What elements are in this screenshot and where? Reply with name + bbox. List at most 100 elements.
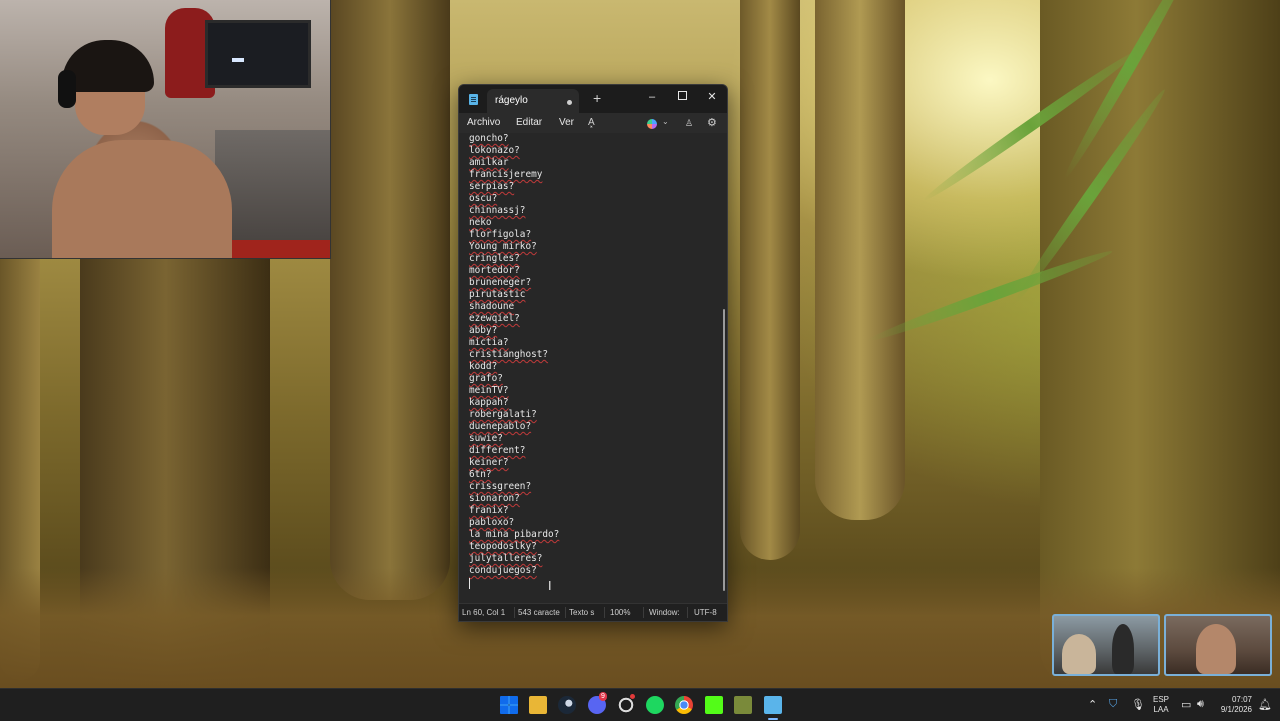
file-explorer-icon[interactable] bbox=[529, 696, 547, 714]
chevron-up-icon[interactable]: ⌃ bbox=[1088, 698, 1097, 711]
text-caret bbox=[469, 578, 470, 589]
text-line: pirutastic bbox=[469, 289, 526, 300]
scrollbar-thumb[interactable] bbox=[723, 309, 725, 591]
text-line: keiner? bbox=[469, 457, 509, 468]
text-line: kodd? bbox=[469, 361, 498, 372]
text-line: 6tn? bbox=[469, 469, 492, 480]
text-line: neko bbox=[469, 217, 492, 228]
defender-shield-icon[interactable]: ⛉ bbox=[1109, 698, 1117, 711]
webcam-monitor bbox=[205, 20, 311, 88]
title-bar[interactable]: rágeylo + – ✕ bbox=[459, 85, 727, 113]
webcam-blanket bbox=[215, 240, 330, 258]
text-line: franix? bbox=[469, 505, 509, 516]
text-line: julytalleres? bbox=[469, 553, 543, 564]
minimize-button[interactable]: – bbox=[637, 86, 667, 110]
text-line: amilkar bbox=[469, 157, 509, 168]
text-line: grafo? bbox=[469, 373, 503, 384]
text-line: lokonazo? bbox=[469, 145, 520, 156]
text-line: francisjeremy bbox=[469, 169, 543, 180]
text-line: suwie? bbox=[469, 433, 503, 444]
webcam-bed bbox=[215, 130, 330, 240]
tab-document[interactable]: rágeylo bbox=[487, 89, 579, 113]
language-code: ESP bbox=[1153, 695, 1170, 704]
status-separator bbox=[514, 607, 515, 618]
webcam-person-body bbox=[52, 140, 232, 258]
text-line: pabloxo? bbox=[469, 517, 515, 528]
tree-trunk bbox=[815, 0, 905, 520]
text-line: mortedor? bbox=[469, 265, 520, 276]
network-icon[interactable]: ▭ bbox=[1181, 698, 1191, 711]
status-character-count: 543 caracte bbox=[518, 608, 560, 617]
clock[interactable]: 07:07 9/1/2026 bbox=[1216, 695, 1252, 715]
tree-trunk bbox=[330, 0, 450, 600]
text-line: florfigola? bbox=[469, 229, 532, 240]
volume-icon[interactable]: 🔊︎ bbox=[1197, 698, 1204, 711]
language-layout: LAA bbox=[1153, 705, 1169, 714]
steam-icon[interactable] bbox=[558, 696, 576, 714]
status-zoom[interactable]: 100% bbox=[610, 608, 630, 617]
clock-date: 9/1/2026 bbox=[1220, 705, 1252, 714]
status-separator bbox=[604, 607, 605, 618]
text-line: shadoune bbox=[469, 301, 515, 312]
close-button[interactable]: ✕ bbox=[697, 86, 727, 110]
text-line: serpias? bbox=[469, 181, 515, 192]
chrome-icon[interactable] bbox=[675, 696, 693, 714]
text-line: ezewqiel? bbox=[469, 313, 520, 324]
status-separator bbox=[643, 607, 644, 618]
text-line: cringles? bbox=[469, 253, 520, 264]
text-editor[interactable]: goncho? lokonazo? amilkar francisjeremy serp… bbox=[459, 133, 727, 603]
status-line-ending[interactable]: Window: bbox=[649, 608, 680, 617]
text-line: sionaron? bbox=[469, 493, 520, 504]
webcam-thumbnail-2[interactable] bbox=[1164, 614, 1272, 676]
unsaved-dot-icon[interactable] bbox=[567, 100, 572, 105]
text-line: meinTV? bbox=[469, 385, 509, 396]
ibeam-cursor-icon: I bbox=[548, 579, 552, 593]
status-cursor-position: Ln 60, Col 1 bbox=[462, 608, 506, 617]
webcam-thumbnail-person bbox=[1112, 624, 1134, 674]
notepad-window[interactable]: rágeylo + – ✕ Archivo Editar Ver A͓ ⌄ ♙ … bbox=[458, 84, 728, 622]
notepad-taskbar-icon[interactable] bbox=[764, 696, 782, 714]
copilot-icon[interactable] bbox=[647, 119, 657, 129]
status-separator bbox=[687, 607, 688, 618]
text-line: Young mirko? bbox=[469, 241, 537, 252]
format-icon[interactable]: A͓ bbox=[588, 117, 595, 128]
menu-bar: Archivo Editar Ver A͓ ⌄ ♙ ⚙ bbox=[459, 113, 727, 133]
menu-editar[interactable]: Editar bbox=[516, 117, 542, 128]
menu-archivo[interactable]: Archivo bbox=[467, 117, 500, 128]
spotify-icon[interactable] bbox=[646, 696, 664, 714]
microphone-icon[interactable]: 🎙︎ bbox=[1131, 698, 1145, 711]
taskbar: 9 ⌃ ⛉ 🎙︎ ESP LAA ▭ 🔊︎ 07:07 9/1/2026 🔔︎ bbox=[0, 688, 1280, 721]
text-line: goncho? bbox=[469, 133, 509, 144]
close-icon: ✕ bbox=[707, 91, 717, 103]
webcam-monitor-light bbox=[232, 58, 244, 62]
text-line: robergalati? bbox=[469, 409, 537, 420]
status-bar: Ln 60, Col 1 543 caracte Texto s 100% Wi… bbox=[459, 603, 727, 621]
text-line: oscu? bbox=[469, 193, 498, 204]
maximize-button[interactable] bbox=[667, 86, 697, 110]
maximize-icon bbox=[677, 91, 687, 100]
notepad-app-icon bbox=[469, 94, 478, 105]
headset-icon bbox=[58, 70, 76, 108]
notification-icon[interactable]: 🔔︎ bbox=[1258, 698, 1272, 711]
text-line: chinnassj? bbox=[469, 205, 526, 216]
text-line: bruneneger? bbox=[469, 277, 532, 288]
status-file-type: Texto s bbox=[569, 608, 595, 617]
webcam-thumbnail-1[interactable] bbox=[1052, 614, 1160, 676]
clock-time: 07:07 bbox=[1231, 695, 1252, 704]
gear-icon[interactable]: ⚙ bbox=[707, 116, 717, 129]
text-line: la mina pibardo? bbox=[469, 529, 560, 540]
webcam-thumbnail-person bbox=[1196, 624, 1236, 674]
status-separator bbox=[565, 607, 566, 618]
chevron-down-icon[interactable]: ⌄ bbox=[662, 117, 669, 126]
new-tab-button[interactable]: + bbox=[593, 90, 601, 106]
game-app-icon[interactable] bbox=[734, 696, 752, 714]
windows-start-icon[interactable] bbox=[500, 696, 518, 714]
menu-ver[interactable]: Ver bbox=[559, 117, 574, 128]
language-indicator[interactable]: ESP LAA bbox=[1153, 695, 1169, 715]
text-line: different? bbox=[469, 445, 526, 456]
status-encoding[interactable]: UTF-8 bbox=[694, 608, 717, 617]
text-line: crissgreen? bbox=[469, 481, 532, 492]
account-icon[interactable]: ♙ bbox=[685, 118, 693, 129]
tab-title: rágeylo bbox=[495, 95, 528, 106]
kick-icon[interactable] bbox=[705, 696, 723, 714]
